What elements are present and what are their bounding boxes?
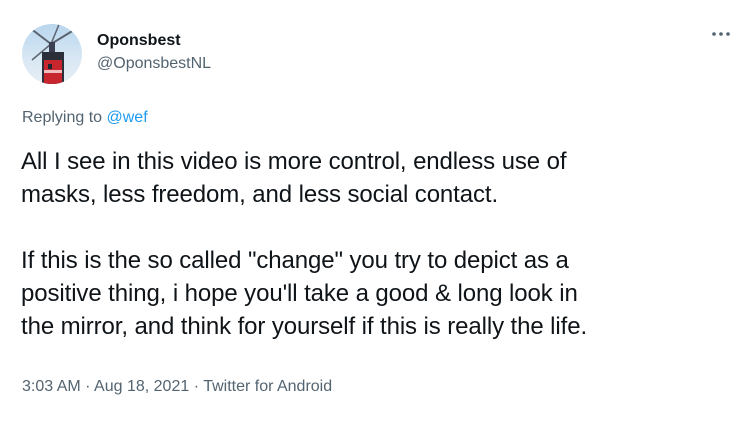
replying-to-label: Replying to: [22, 109, 107, 126]
more-options-icon[interactable]: [709, 24, 733, 44]
tweet-paragraph-1: All I see in this video is more control,…: [21, 148, 567, 208]
avatar-image: [22, 24, 82, 84]
avatar[interactable]: [22, 24, 82, 84]
replying-to: Replying to @wef: [22, 108, 148, 128]
reply-target-link[interactable]: @wef: [107, 109, 148, 126]
user-handle[interactable]: @OponsbestNL: [97, 54, 211, 74]
meta-separator: ·: [80, 378, 95, 395]
tweet-meta: 3:03 AM · Aug 18, 2021 · Twitter for And…: [22, 377, 332, 397]
tweet-time[interactable]: 3:03 AM: [22, 378, 81, 395]
tweet-paragraph-2: If this is the so called "change" you tr…: [21, 247, 588, 340]
tweet-text: All I see in this video is more control,…: [21, 145, 736, 343]
tweet-source[interactable]: Twitter for Android: [203, 378, 332, 395]
tweet-date[interactable]: Aug 18, 2021: [94, 378, 189, 395]
meta-separator: ·: [189, 378, 204, 395]
user-block: Oponsbest @OponsbestNL: [97, 31, 211, 74]
tweet-card: Oponsbest @OponsbestNL Replying to @wef …: [0, 0, 745, 427]
display-name[interactable]: Oponsbest: [97, 31, 211, 51]
tweet-header: Oponsbest @OponsbestNL: [22, 24, 722, 88]
